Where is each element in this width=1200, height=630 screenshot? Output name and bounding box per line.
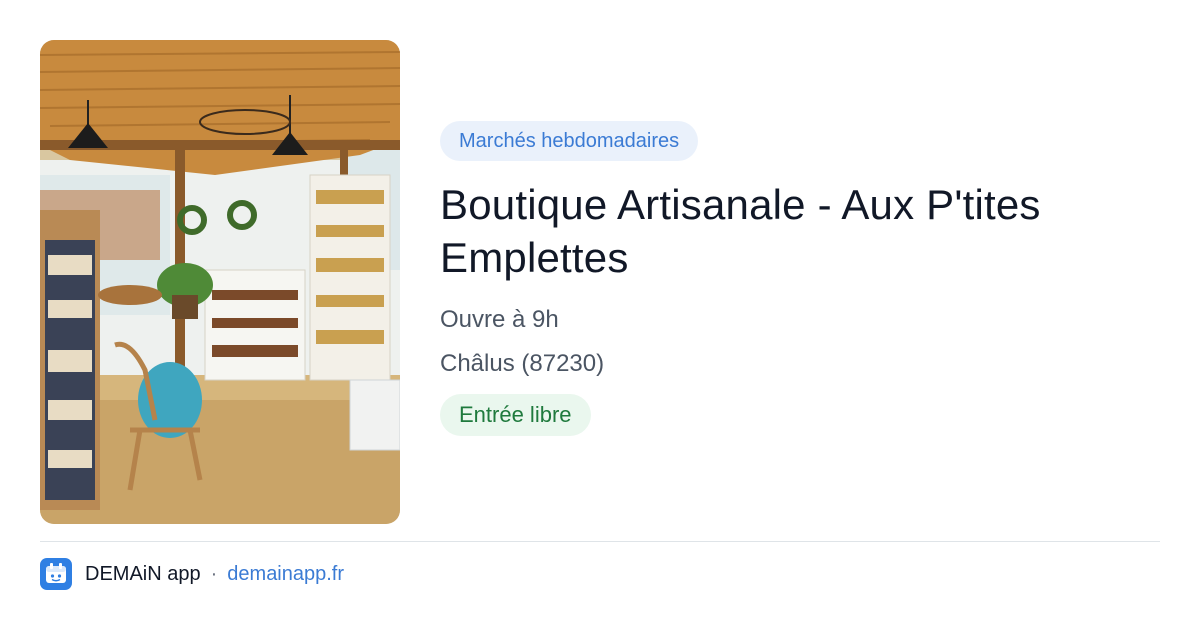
location-text: Châlus (87230)	[440, 350, 605, 377]
footer-separator: ·	[210, 562, 218, 585]
footer: DEMAiN app · demainapp.fr	[40, 558, 344, 590]
shop-interior-image	[40, 40, 400, 524]
app-logo-icon	[40, 558, 72, 590]
category-badge[interactable]: Marchés hebdomadaires	[440, 121, 699, 161]
listing-info: Marchés hebdomadaires Boutique Artisanal…	[440, 121, 1160, 436]
domain-link[interactable]: demainapp.fr	[227, 563, 344, 586]
listing-title: Boutique Artisanale - Aux P'tites Emplet…	[440, 181, 1041, 281]
opening-hours: Ouvre à 9h	[440, 306, 559, 333]
shop-photo	[40, 40, 400, 524]
access-badge: Entrée libre	[440, 394, 591, 436]
footer-divider	[40, 541, 1160, 542]
app-name: DEMAiN app	[85, 562, 201, 585]
